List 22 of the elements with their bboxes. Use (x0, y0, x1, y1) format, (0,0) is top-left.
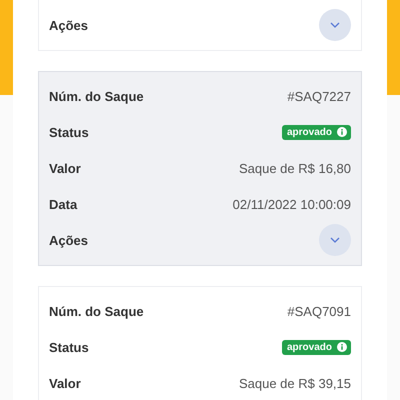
field-value: Saque de R$ 39,15 (238, 376, 351, 390)
actions-label: Ações (49, 18, 88, 32)
field-value: #SAQ7091 (287, 304, 351, 318)
field-label: Valor (49, 160, 81, 176)
field-value: 02/11/2022 10:00:09 (232, 196, 351, 212)
status-badge: aprovado (282, 340, 351, 354)
status-badge: aprovado (282, 124, 351, 140)
field-label: Núm. do Saque (49, 304, 144, 318)
field-value: #SAQ7227 (287, 88, 351, 104)
field-label: Status (49, 340, 89, 354)
field-value: Saque de R$ 16,80 (238, 160, 351, 176)
field-label: Núm. do Saque (49, 88, 144, 104)
info-icon (337, 127, 347, 137)
chevron-down-icon (329, 21, 341, 29)
field-label: Data (49, 196, 78, 212)
expand-button[interactable] (319, 9, 351, 41)
expand-button[interactable] (319, 224, 351, 256)
field-label: Valor (49, 376, 81, 390)
info-icon (337, 342, 347, 352)
chevron-down-icon (329, 236, 341, 244)
actions-label: Ações (49, 232, 88, 248)
field-label: Status (49, 124, 89, 140)
